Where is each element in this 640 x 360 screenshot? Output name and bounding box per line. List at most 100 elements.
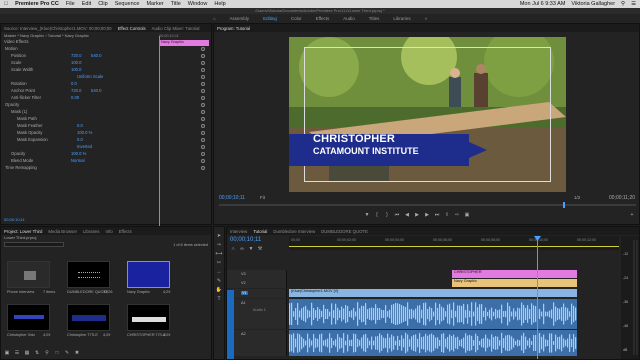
track-select-icon[interactable]: ⇒ <box>216 242 222 248</box>
timeline-ruler[interactable]: 00;00 00;00;02;00 00;00;04;00 00;00;06;0… <box>289 236 619 250</box>
keyframe-stopwatch-icon[interactable] <box>201 158 205 163</box>
clip-interview-video[interactable]: (Klue)Christopher1.MOV [V] <box>289 289 577 297</box>
ripple-edit-icon[interactable]: ⟷ <box>215 251 222 257</box>
step-back-icon[interactable]: ◀ <box>404 212 410 218</box>
add-marker-icon[interactable]: ▼ <box>248 246 254 252</box>
slip-tool-icon[interactable]: ↔ <box>216 269 222 275</box>
type-tool-icon[interactable]: T <box>216 296 222 302</box>
lock-icon[interactable]: ▣ <box>4 350 10 356</box>
track-header-v3[interactable]: V3 <box>227 270 287 279</box>
effect-property-row[interactable]: Blend Mode Normal <box>1 157 211 164</box>
clip-navy-graphic[interactable]: Navy Graphic <box>452 279 577 287</box>
selection-tool-icon[interactable]: ➤ <box>216 233 222 239</box>
clip-christopher[interactable]: CHRISTOPHER <box>452 270 577 278</box>
keyframe-stopwatch-icon[interactable] <box>201 102 205 107</box>
program-playhead[interactable] <box>563 202 565 208</box>
keyframe-stopwatch-icon[interactable] <box>201 123 205 128</box>
mark-in-icon[interactable]: { <box>374 212 380 218</box>
apple-icon[interactable]:  <box>4 1 8 7</box>
keyframe-stopwatch-icon[interactable] <box>201 81 205 86</box>
home-icon[interactable]: ⌂ <box>213 16 216 21</box>
effect-property-row[interactable]: Time Remapping <box>1 164 211 171</box>
keyframe-stopwatch-icon[interactable] <box>201 88 205 93</box>
fit-dropdown[interactable]: Fit <box>260 195 265 200</box>
export-frame-icon[interactable]: ▣ <box>464 212 470 218</box>
workspace-assembly[interactable]: Assembly <box>230 16 250 21</box>
trash-icon[interactable]: ✖ <box>74 350 80 356</box>
property-value[interactable]: 720.0 <box>71 88 85 93</box>
snap-icon[interactable]: ∩ <box>230 246 236 252</box>
effect-property-row[interactable]: Mask Expansion 0.0 <box>1 136 211 143</box>
property-value-2[interactable]: 540.0 <box>91 88 101 93</box>
effect-controls-timecode[interactable]: 00;00;10;11 <box>4 217 25 222</box>
new-bin-icon[interactable]: □ <box>54 350 60 356</box>
effect-property-row[interactable]: Rotation 0.0 <box>1 80 211 87</box>
tab-media-browser[interactable]: Media Browser <box>48 229 77 234</box>
property-value[interactable]: 100.0 <box>71 67 85 72</box>
app-menu[interactable]: Premiere Pro CC <box>15 1 59 7</box>
go-to-out-icon[interactable]: ⏭ <box>434 212 440 218</box>
property-value[interactable]: 0.0 <box>71 81 85 86</box>
menu-clip[interactable]: Clip <box>98 1 107 7</box>
workspace-effects[interactable]: Effects <box>316 16 330 21</box>
lift-icon[interactable]: ⇧ <box>444 212 450 218</box>
play-icon[interactable]: ▶ <box>414 212 420 218</box>
source-patch-bar[interactable] <box>227 290 234 359</box>
program-scrubber[interactable] <box>219 204 636 206</box>
menu-file[interactable]: File <box>66 1 75 7</box>
new-item-icon[interactable]: ✎ <box>64 350 70 356</box>
effect-property-row[interactable]: Opacity 100.0 % <box>1 150 211 157</box>
tab-effects[interactable]: Effects <box>119 229 132 234</box>
keyframe-stopwatch-icon[interactable] <box>201 109 205 114</box>
timeline-timecode[interactable]: 00;00;10;11 <box>230 237 261 243</box>
more-workspaces-icon[interactable]: » <box>425 16 428 21</box>
keyframe-stopwatch-icon[interactable] <box>201 137 205 142</box>
clock[interactable]: Mon Jul 6 9:33 AM <box>520 1 566 7</box>
workspace-titles[interactable]: Titles <box>369 16 380 21</box>
mini-playhead[interactable] <box>159 36 160 226</box>
tab-interview[interactable]: Interview <box>230 229 247 234</box>
keyframe-stopwatch-icon[interactable] <box>201 144 205 149</box>
tab-libraries[interactable]: Libraries <box>83 229 99 234</box>
tab-project[interactable]: Project: Lower Third <box>4 229 42 234</box>
track-header-v1[interactable]: V1 <box>227 289 287 298</box>
effect-property-row[interactable]: Anti-flicker Filter 0.00 <box>1 94 211 101</box>
mini-clip-navy-graphic[interactable]: Navy Graphic <box>159 40 209 46</box>
property-value[interactable]: 720.0 <box>71 53 85 58</box>
list-view-icon[interactable]: ☰ <box>14 350 20 356</box>
search-icon[interactable]: ⚲ <box>44 350 50 356</box>
tab-audio-clip-mixer[interactable]: Audio Clip Mixer: Tutorial <box>152 26 200 31</box>
menu-edit[interactable]: Edit <box>82 1 91 7</box>
step-forward-icon[interactable]: ▶ <box>424 212 430 218</box>
menu-title[interactable]: Title <box>171 1 181 7</box>
workspace-editing[interactable]: Editing <box>263 16 277 21</box>
icon-view-icon[interactable]: ▦ <box>24 350 30 356</box>
track-header-a2[interactable]: A2 <box>227 330 287 356</box>
wrench-icon[interactable]: ⚒ <box>257 246 263 252</box>
effect-property-row[interactable]: Mask Feather 0.0 <box>1 122 211 129</box>
menu-sequence[interactable]: Sequence <box>115 1 140 7</box>
property-value[interactable]: Uniform Scale <box>77 74 103 79</box>
project-item-thumb[interactable] <box>127 304 170 331</box>
program-video-frame[interactable]: CHRISTOPHER CATAMOUNT INSTITUTE <box>289 37 566 192</box>
track-header-a1[interactable]: A1 Audio 1 <box>227 299 287 329</box>
property-value[interactable]: 100.0 <box>71 60 85 65</box>
clip-interview-audio-2[interactable] <box>289 330 577 356</box>
project-item-thumb[interactable] <box>127 261 170 288</box>
property-value-2[interactable]: 540.0 <box>91 53 101 58</box>
property-value[interactable]: Normal <box>71 158 85 163</box>
menu-list-icon[interactable]: ☰ <box>631 1 636 7</box>
keyframe-stopwatch-icon[interactable] <box>201 95 205 100</box>
tab-dumbledore-quote[interactable]: DUMBLEDORE QUOTE <box>321 229 368 234</box>
property-value[interactable]: 0.00 <box>71 95 85 100</box>
property-value[interactable]: 100.0 % <box>71 151 86 156</box>
effect-property-row[interactable]: Anchor Point 720.0 540.0 <box>1 87 211 94</box>
workspace-color[interactable]: Color <box>291 16 302 21</box>
project-item-thumb[interactable] <box>7 304 50 331</box>
property-value[interactable]: 100.0 % <box>77 130 92 135</box>
razor-icon[interactable]: ✂ <box>216 260 222 266</box>
keyframe-stopwatch-icon[interactable] <box>201 116 205 121</box>
effect-property-row[interactable]: Mask (1) <box>1 108 211 115</box>
clip-interview-audio[interactable] <box>289 299 577 329</box>
keyframe-stopwatch-icon[interactable] <box>201 130 205 135</box>
